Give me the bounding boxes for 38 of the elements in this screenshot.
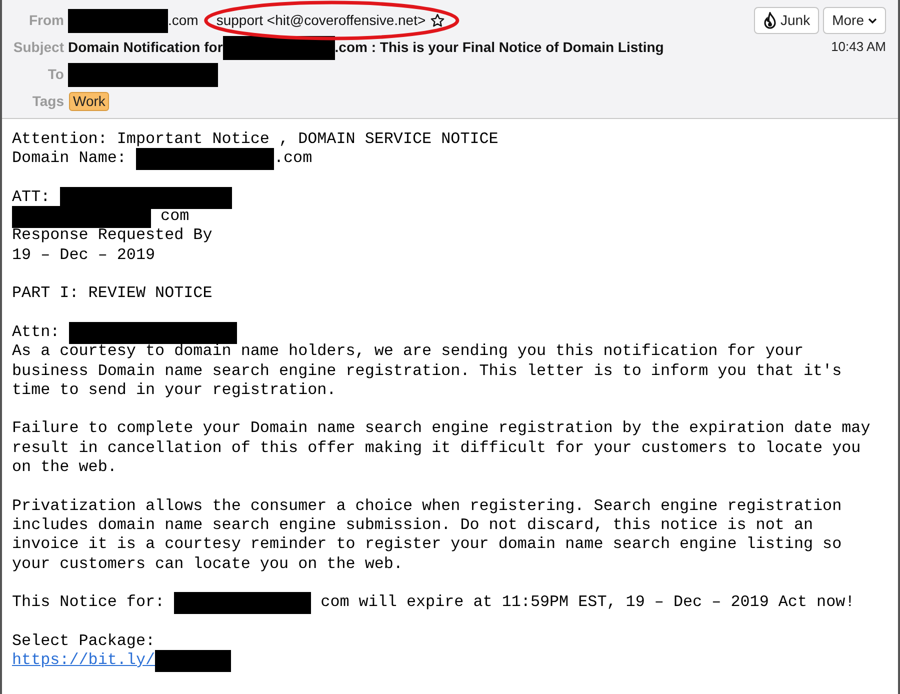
subject-text: .com : This is your Final Notice of Domain Listing — [334, 38, 664, 57]
field-value: support <hit@coveroffensive.net> — [216, 11, 426, 30]
more-button[interactable]: More — [823, 7, 886, 34]
body-text: Failure to complete your Domain name search engine registration by the expiration date may — [12, 419, 870, 439]
body-text: Attention: Important Notice , DOMAIN SERVICE NOTICE — [12, 130, 498, 150]
chevron-icon — [868, 18, 877, 24]
flame-icon — [762, 12, 777, 29]
body-text: 19 – Dec – 2019 — [12, 246, 156, 266]
body-text: your customers can locate you on the web. — [12, 554, 403, 574]
field-label: To — [46, 65, 65, 84]
body-text: Privatization allows the consumer a choice when registering. Search engine registration — [12, 496, 842, 516]
star-icon[interactable] — [430, 13, 445, 28]
body-text: result in cancellation of this offer making it difficult for your customers to locate you — [12, 438, 861, 458]
body-text: com will expire at 11:59PM EST, 19 – Dec – 2019 Act now! — [320, 593, 855, 612]
body-text: Response Requested By — [12, 226, 212, 246]
body-text: .com — [274, 149, 312, 169]
link[interactable]: https://bit.ly/ — [12, 651, 156, 670]
body-text: ATT: — [12, 188, 52, 208]
body-text: business Domain name search engine registration. This letter is to inform you that it's — [12, 362, 842, 381]
junk-button[interactable]: Junk — [754, 7, 820, 34]
body-text: Select Package: — [12, 632, 156, 652]
body-text: Attn: — [12, 322, 61, 342]
body-text: This Notice for: — [12, 593, 166, 612]
field-label: From — [28, 11, 65, 30]
body-text: As a courtesy to domain name holders, we are sending you this notification for your — [12, 342, 804, 362]
body-text: includes domain name search engine submission. Do not discard, this notice is not an — [12, 516, 814, 536]
body-text: on the web. — [12, 458, 117, 478]
body-text: com — [160, 207, 190, 226]
field-label: Subject — [12, 38, 65, 57]
body-text: invoice it is a courtesy reminder to register your domain name search engine listing so — [12, 535, 842, 555]
field-value: .com — [168, 11, 198, 30]
body-text: Domain Name: — [12, 149, 128, 169]
body-text: time to send in your registration. — [12, 380, 336, 400]
field-label: Tags — [31, 92, 65, 111]
body-text: PART I: REVIEW NOTICE — [12, 284, 212, 304]
tag-badge[interactable]: Work — [69, 92, 110, 111]
time-label: 10:43 AM — [831, 38, 886, 56]
subject-text: Domain Notification for — [68, 38, 223, 57]
